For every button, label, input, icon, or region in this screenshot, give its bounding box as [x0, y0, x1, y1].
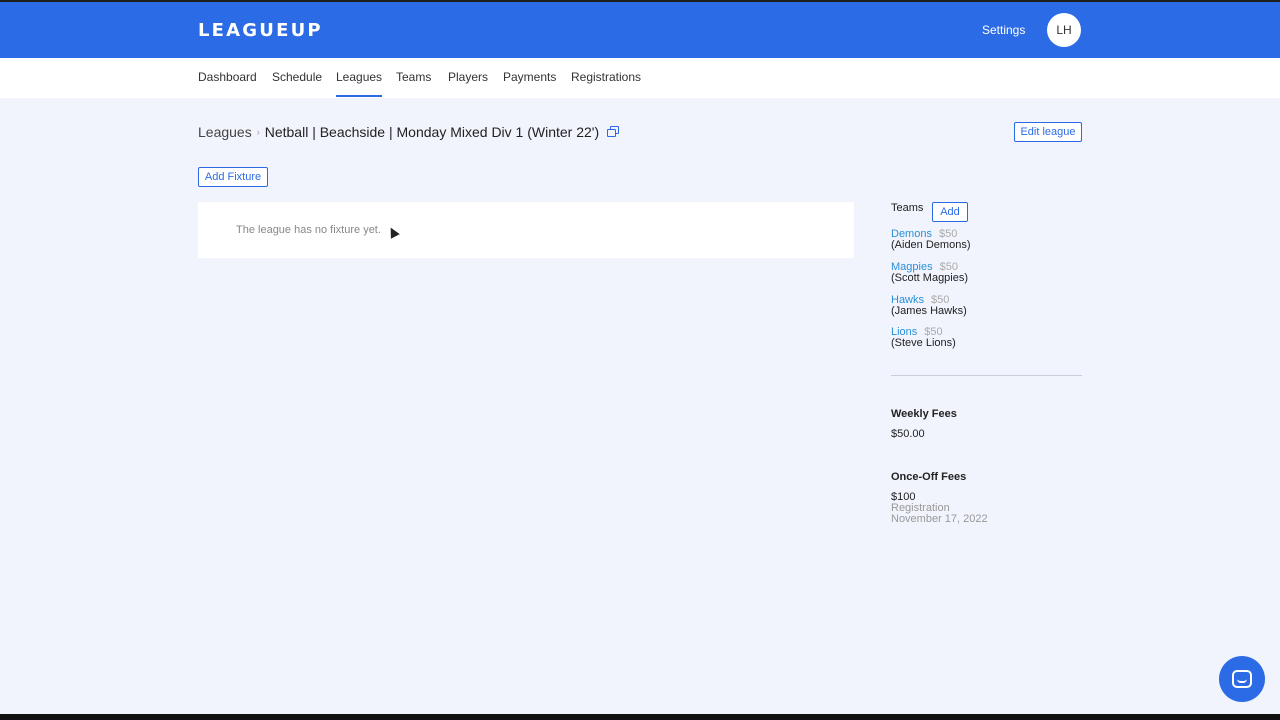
- team-item: Demons $50 (Aiden Demons): [891, 229, 970, 251]
- weekly-fees-heading: Weekly Fees: [891, 408, 957, 420]
- main-nav: Dashboard Schedule Leagues Teams Players…: [0, 58, 1280, 98]
- team-item: Hawks $50 (James Hawks): [891, 295, 967, 317]
- once-off-fees-heading: Once-Off Fees: [891, 471, 967, 483]
- chat-icon: [1232, 670, 1252, 688]
- app-logo[interactable]: LEAGUEUP: [198, 20, 323, 41]
- top-bar: LEAGUEUP Settings LH: [0, 0, 1280, 58]
- page-title: Netball | Beachside | Monday Mixed Div 1…: [264, 124, 600, 140]
- nav-dashboard[interactable]: Dashboard: [198, 70, 257, 95]
- team-owner: (James Hawks): [891, 305, 967, 317]
- add-fixture-button[interactable]: Add Fixture: [198, 167, 268, 187]
- nav-leagues[interactable]: Leagues: [336, 70, 383, 97]
- fixture-panel: The league has no fixture yet.: [198, 202, 854, 258]
- team-item: Lions $50 (Steve Lions): [891, 327, 956, 349]
- nav-teams[interactable]: Teams: [396, 70, 431, 95]
- nav-players[interactable]: Players: [448, 70, 488, 95]
- teams-heading: Teams: [891, 202, 924, 214]
- nav-payments[interactable]: Payments: [503, 70, 556, 95]
- copy-icon[interactable]: [607, 126, 620, 138]
- weekly-fees-value: $50.00: [891, 428, 925, 440]
- team-item: Magpies $50 (Scott Magpies): [891, 262, 968, 284]
- bottom-edge: [0, 714, 1280, 720]
- breadcrumb: Leagues › Netball | Beachside | Monday M…: [198, 124, 620, 140]
- team-owner: (Steve Lions): [891, 337, 956, 349]
- chat-button[interactable]: [1219, 656, 1265, 702]
- add-team-button[interactable]: Add: [932, 202, 968, 222]
- avatar[interactable]: LH: [1047, 13, 1081, 47]
- team-owner: (Scott Magpies): [891, 272, 969, 284]
- nav-schedule[interactable]: Schedule: [272, 70, 322, 95]
- edit-league-button[interactable]: Edit league: [1014, 122, 1082, 142]
- sidebar-divider: [891, 375, 1082, 376]
- empty-fixture-message: The league has no fixture yet.: [236, 224, 381, 236]
- nav-registrations[interactable]: Registrations: [571, 70, 641, 95]
- settings-link[interactable]: Settings: [982, 23, 1025, 37]
- breadcrumb-leagues-link[interactable]: Leagues: [198, 124, 252, 140]
- breadcrumb-separator: ›: [256, 127, 260, 137]
- team-owner: (Aiden Demons): [891, 239, 971, 251]
- once-off-date: November 17, 2022: [891, 513, 988, 525]
